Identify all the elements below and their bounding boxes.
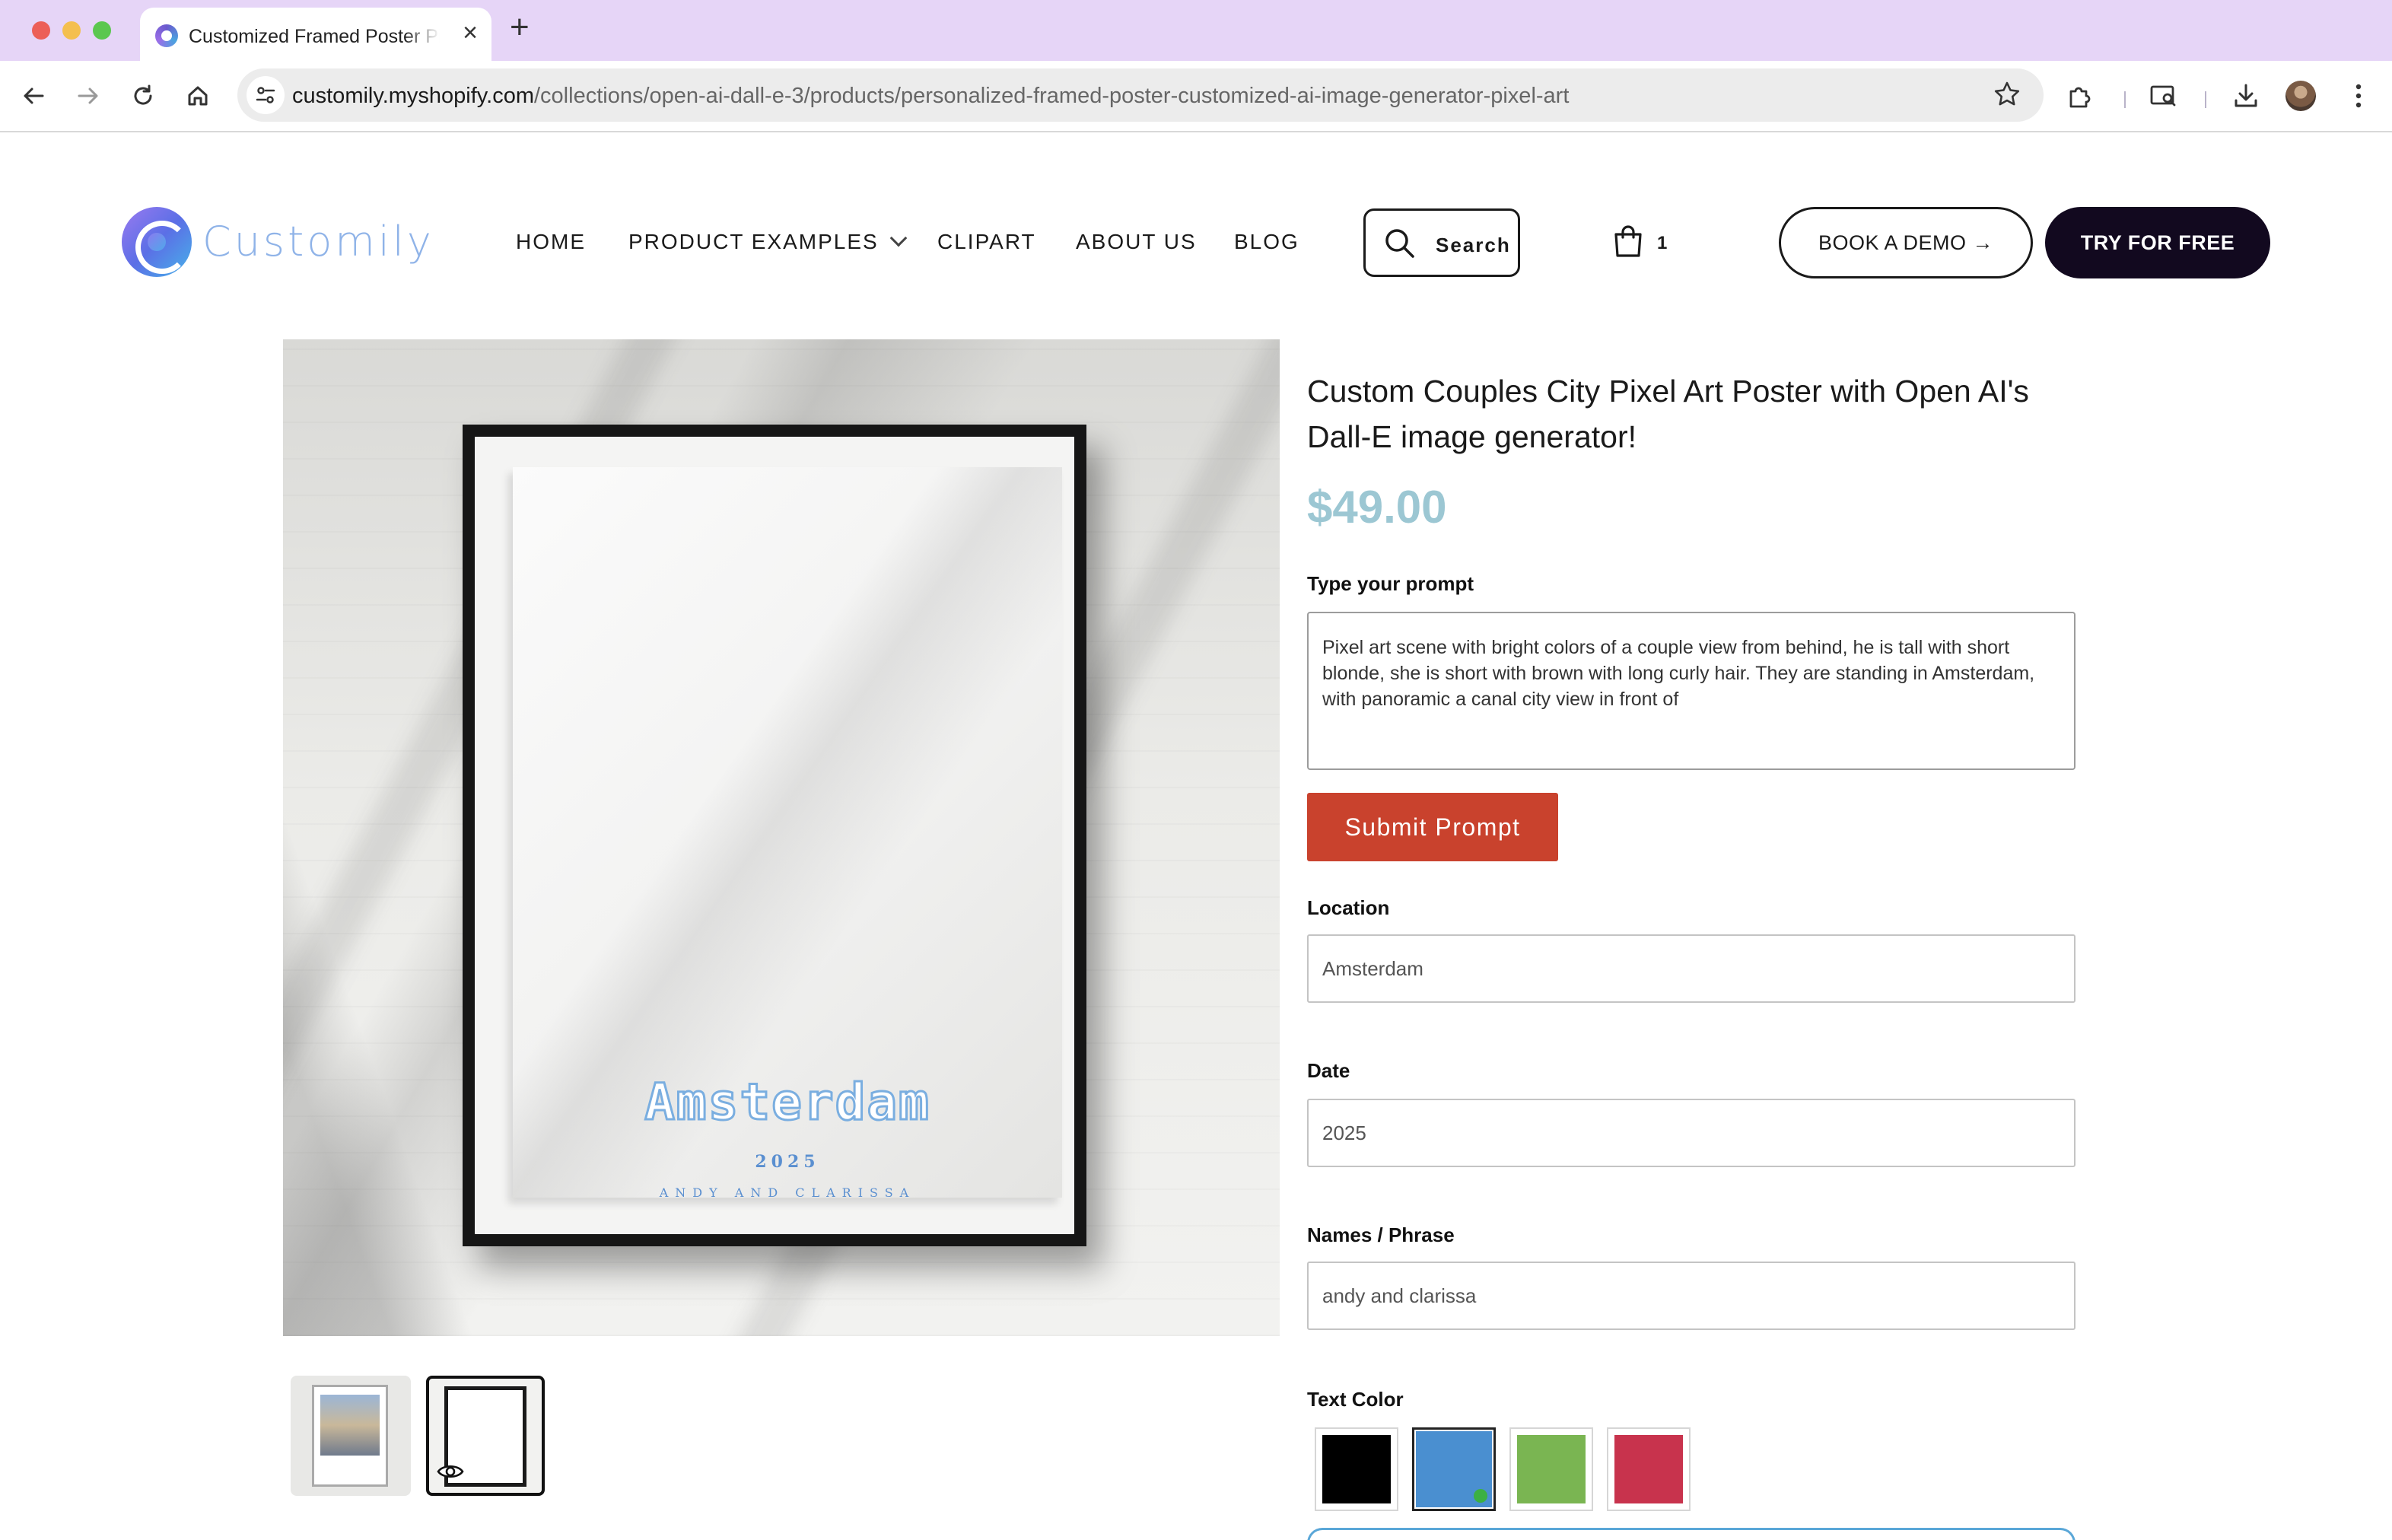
thumbnail-artwork	[320, 1395, 380, 1456]
url-host: customily.myshopify.com	[292, 84, 534, 108]
next-option-edge	[1307, 1528, 2076, 1540]
try-for-free-button[interactable]: TRY FOR FREE	[2045, 207, 2270, 278]
names-phrase-label: Names / Phrase	[1307, 1223, 1455, 1246]
toolbar-divider	[2124, 91, 2126, 108]
nav-product-examples-label: PRODUCT EXAMPLES	[628, 230, 879, 253]
cart-count-badge[interactable]: 1	[1657, 233, 1667, 254]
nav-product-examples[interactable]: PRODUCT EXAMPLES	[628, 229, 907, 254]
download-icon[interactable]	[2228, 78, 2264, 114]
search-button[interactable]: Search	[1363, 208, 1520, 277]
nav-home[interactable]: HOME	[516, 230, 586, 254]
product-title: Custom Couples City Pixel Art Poster wit…	[1307, 374, 2029, 454]
prompt-label: Type your prompt	[1307, 572, 1474, 595]
tab-search-icon[interactable]	[2145, 78, 2182, 114]
text-color-swatch[interactable]	[1509, 1427, 1593, 1511]
product-price: $49.00	[1307, 482, 1447, 533]
date-label: Date	[1307, 1059, 1350, 1082]
text-color-swatch[interactable]	[1315, 1427, 1398, 1511]
swatch-fill	[1322, 1435, 1391, 1503]
names-phrase-input[interactable]: andy and clarissa	[1307, 1262, 2076, 1330]
browser-toolbar: customily.myshopify.com/collections/open…	[0, 61, 2392, 132]
book-demo-button[interactable]: BOOK A DEMO →	[1779, 207, 2033, 278]
submit-prompt-button[interactable]: Submit Prompt	[1307, 793, 1558, 861]
profile-avatar[interactable]	[2285, 81, 2316, 111]
text-color-swatch[interactable]	[1412, 1427, 1496, 1511]
text-color-label: Text Color	[1307, 1388, 1404, 1411]
customily-favicon-icon	[155, 24, 178, 47]
product-thumbnail-2[interactable]	[426, 1376, 545, 1496]
window-close-button[interactable]	[32, 21, 50, 40]
nav-clipart[interactable]: CLIPART	[937, 230, 1036, 254]
poster-year-text: 2025	[755, 1152, 820, 1172]
search-label: Search	[1436, 234, 1511, 256]
nav-blog[interactable]: BLOG	[1234, 230, 1299, 254]
window-minimize-button[interactable]	[62, 21, 81, 40]
home-icon[interactable]	[180, 78, 216, 114]
browser-tab-active[interactable]: Customized Framed Poster Pixel Art ×	[140, 8, 491, 61]
product-main-image[interactable]: Amsterdam 2025 ANDY AND CLARISSA	[283, 339, 1280, 1336]
site-settings-icon[interactable]	[247, 76, 285, 114]
poster-paper: Amsterdam 2025 ANDY AND CLARISSA	[513, 467, 1062, 1200]
nav-about-us[interactable]: ABOUT US	[1076, 230, 1197, 254]
location-label: Location	[1307, 896, 1390, 919]
chevron-down-icon	[889, 229, 907, 247]
cart-bag-icon[interactable]	[1613, 224, 1643, 262]
url-text[interactable]: customily.myshopify.com/collections/open…	[292, 84, 1569, 109]
poster-city-text: Amsterdam	[644, 1072, 930, 1133]
tab-close-icon[interactable]: ×	[463, 20, 478, 46]
eye-icon	[437, 1462, 464, 1484]
extensions-icon[interactable]	[2062, 78, 2098, 114]
location-input[interactable]: Amsterdam	[1307, 934, 2076, 1003]
url-path: /collections/open-ai-dall-e-3/products/p…	[534, 84, 1570, 108]
swatch-fill	[1614, 1435, 1683, 1503]
search-icon	[1382, 226, 1417, 265]
text-color-swatch[interactable]	[1607, 1427, 1691, 1511]
back-arrow-icon[interactable]	[15, 78, 52, 114]
swatch-fill	[1517, 1435, 1586, 1503]
site-header: Customily HOME PRODUCT EXAMPLES CLIPART …	[0, 134, 2392, 355]
new-tab-icon[interactable]: +	[510, 11, 530, 44]
menu-icon[interactable]	[2340, 78, 2377, 114]
selected-indicator-icon	[1474, 1489, 1487, 1503]
logo-text[interactable]: Customily	[202, 218, 434, 266]
window-zoom-button[interactable]	[93, 21, 111, 40]
customily-logo-icon[interactable]	[122, 207, 192, 277]
prompt-textarea[interactable]: Pixel art scene with bright colors of a …	[1307, 612, 2076, 770]
browser-tab-strip: Customized Framed Poster Pixel Art × +	[0, 0, 2392, 61]
address-bar[interactable]: customily.myshopify.com/collections/open…	[237, 68, 2044, 122]
reload-icon[interactable]	[125, 78, 161, 114]
toolbar-divider	[2205, 91, 2206, 108]
product-thumbnail-1[interactable]	[291, 1376, 411, 1496]
poster-frame: Amsterdam 2025 ANDY AND CLARISSA	[463, 425, 1086, 1246]
poster-mat: Amsterdam 2025 ANDY AND CLARISSA	[475, 437, 1074, 1234]
poster-names-text: ANDY AND CLARISSA	[659, 1185, 916, 1200]
tab-title: Customized Framed Poster Pixel Art	[189, 26, 440, 47]
thumbnail-frame	[312, 1385, 388, 1487]
star-icon[interactable]	[1992, 79, 2022, 113]
forward-arrow-icon[interactable]	[70, 78, 107, 114]
date-input[interactable]: 2025	[1307, 1099, 2076, 1167]
